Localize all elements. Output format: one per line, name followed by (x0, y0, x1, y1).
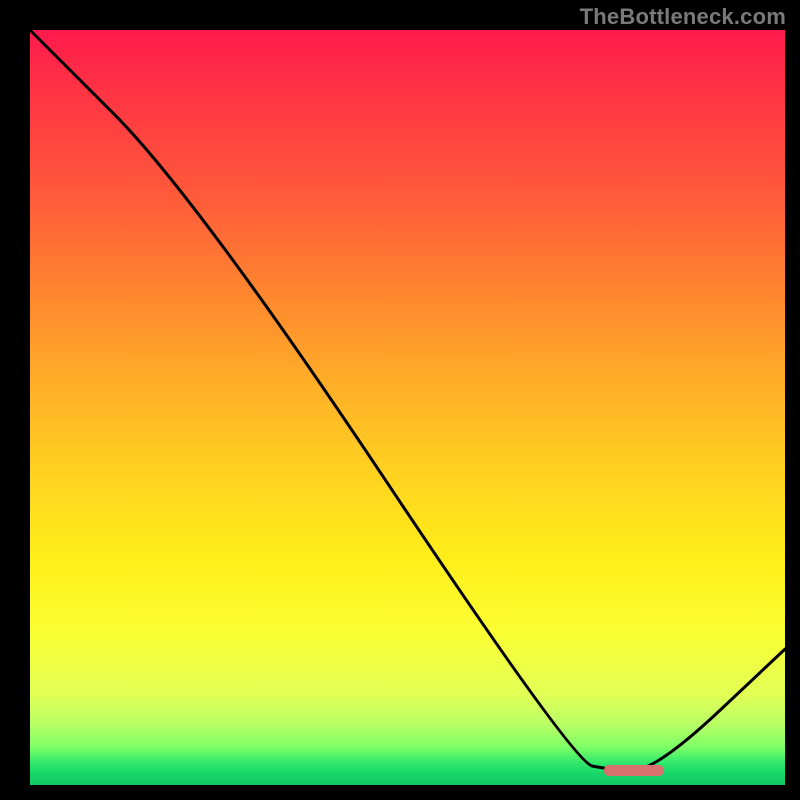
chart-frame: TheBottleneck.com (0, 0, 800, 800)
bottleneck-curve-path (30, 30, 785, 770)
plot-area (30, 30, 785, 785)
bottleneck-curve (30, 30, 785, 785)
optimal-marker (604, 765, 664, 776)
watermark-text: TheBottleneck.com (580, 4, 786, 30)
